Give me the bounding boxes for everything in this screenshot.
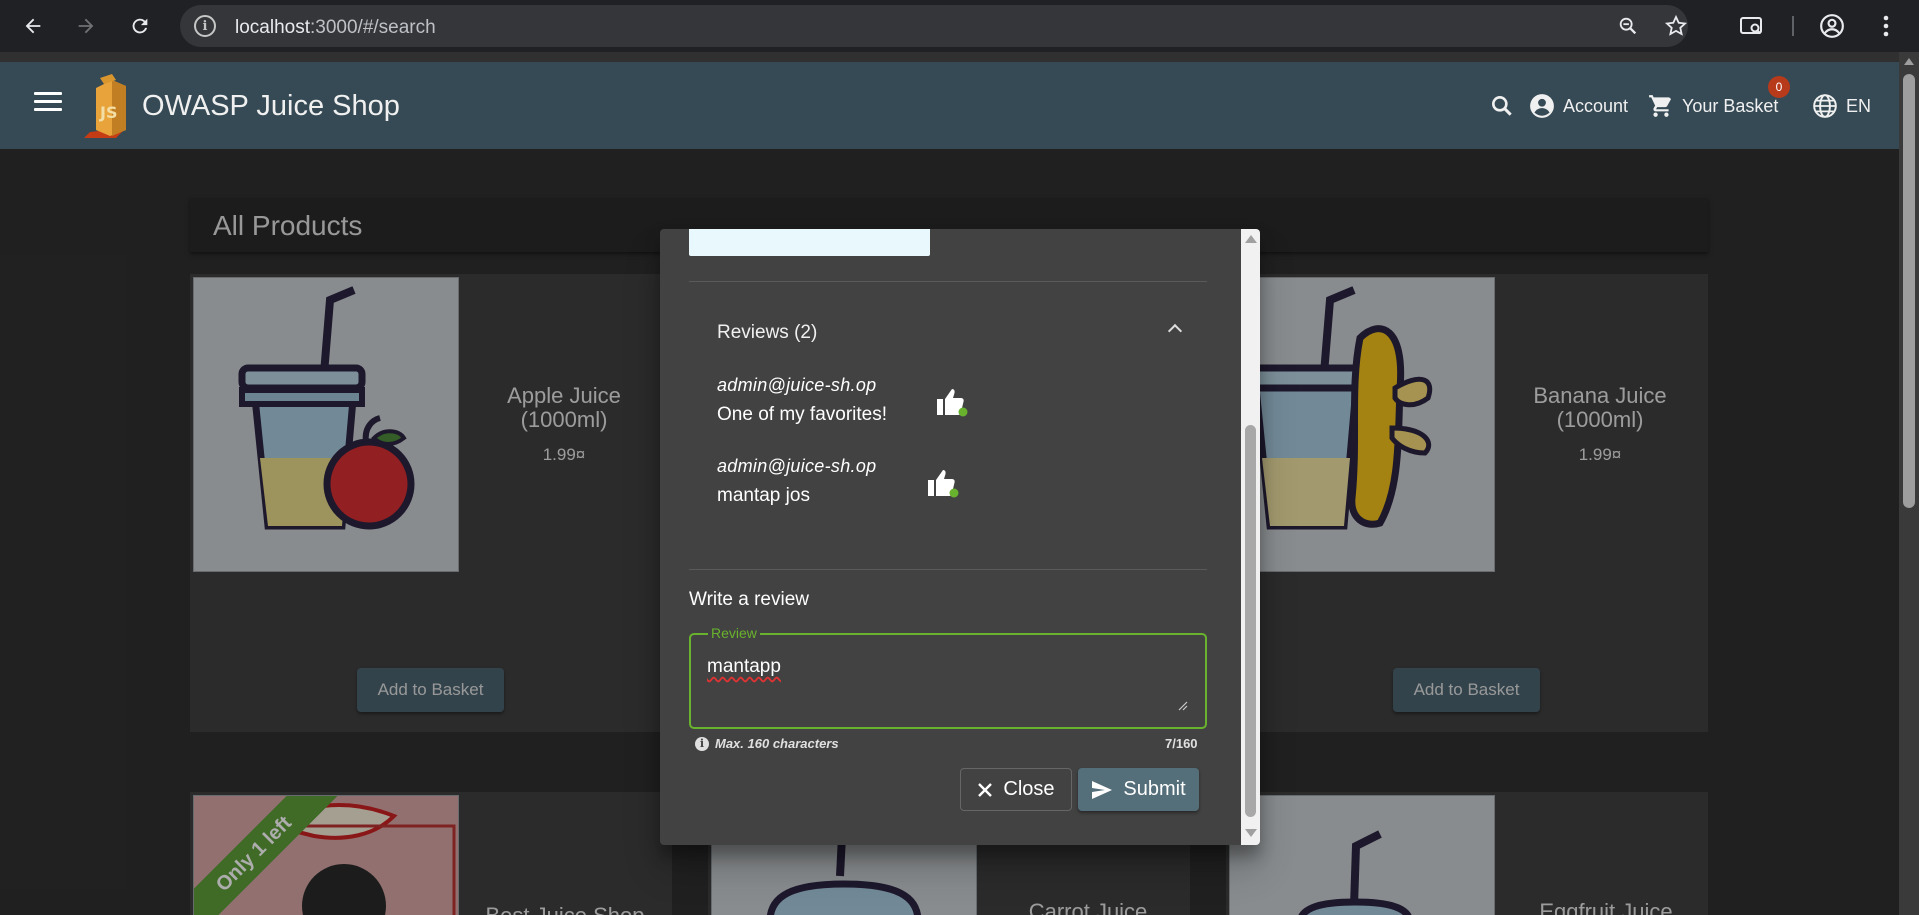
review-field-label: Review (708, 625, 760, 641)
account-label: Account (1563, 95, 1629, 116)
app-title[interactable]: OWASP Juice Shop (142, 90, 400, 123)
resize-handle-icon[interactable] (1178, 698, 1188, 711)
review-text: One of my favorites! (717, 404, 888, 425)
divider (689, 281, 1207, 282)
cart-icon (1649, 95, 1672, 117)
app-toolbar: JS OWASP Juice Shop Account Your Basket … (0, 62, 1899, 149)
chevron-up-icon[interactable] (1167, 323, 1183, 339)
toolbar-gap (0, 52, 1899, 62)
submit-button[interactable]: Submit (1078, 768, 1199, 811)
close-button-label: Close (1003, 778, 1055, 800)
account-button[interactable]: Account (1529, 92, 1628, 120)
page-scrollbar[interactable] (1899, 52, 1919, 915)
dialog-scrollbar[interactable] (1241, 229, 1260, 845)
divider (689, 569, 1207, 570)
review-text: mantap jos (717, 485, 810, 506)
reload-icon[interactable] (124, 10, 156, 42)
product-details-dialog: Reviews (2) admin@juice-sh.op One of my … (660, 229, 1260, 845)
forward-icon[interactable] (70, 10, 102, 42)
search-icon[interactable] (1489, 92, 1515, 120)
profile-icon[interactable] (1816, 10, 1848, 42)
review-input[interactable]: mantapp (707, 656, 1187, 716)
scroll-down-arrow-icon[interactable] (1245, 829, 1257, 837)
address-bar[interactable]: i localhost:3000/#/search (180, 5, 1688, 47)
scroll-up-arrow-icon[interactable] (1904, 58, 1914, 65)
review-author: admin@juice-sh.op (717, 456, 877, 476)
menu-icon[interactable] (34, 92, 62, 116)
thumbs-up-icon[interactable] (925, 468, 959, 498)
globe-icon (1813, 94, 1837, 118)
send-icon (1092, 780, 1113, 799)
review-hint: i Max. 160 characters (695, 736, 839, 751)
submit-button-label: Submit (1123, 778, 1186, 800)
close-button[interactable]: Close (960, 768, 1072, 811)
language-button[interactable]: EN (1812, 92, 1871, 120)
tab-search-icon[interactable] (1736, 10, 1768, 42)
account-circle-icon (1530, 94, 1554, 118)
thumbs-up-icon[interactable] (934, 387, 968, 417)
language-label: EN (1846, 95, 1872, 116)
browser-toolbar: i localhost:3000/#/search (0, 0, 1919, 52)
site-info-icon[interactable]: i (194, 15, 216, 37)
info-icon: i (695, 736, 709, 751)
svg-text:JS: JS (99, 103, 117, 122)
browser-menu-icon[interactable] (1870, 10, 1902, 42)
write-review-title: Write a review (689, 589, 810, 610)
reviews-header[interactable]: Reviews (2) (717, 322, 817, 344)
character-counter: 7/160 (1165, 736, 1198, 751)
hint-text: Max. 160 characters (715, 736, 839, 751)
toolbar-divider (1792, 16, 1794, 36)
page-scrollbar-thumb[interactable] (1903, 74, 1915, 508)
basket-button[interactable]: Your Basket (1648, 92, 1778, 120)
review-author: admin@juice-sh.op (717, 375, 877, 395)
basket-count-badge: 0 (1768, 76, 1790, 98)
bookmark-star-icon[interactable] (1660, 10, 1692, 42)
close-icon (978, 782, 993, 797)
back-icon[interactable] (17, 10, 49, 42)
zoom-icon[interactable] (1612, 10, 1644, 42)
juice-shop-logo[interactable]: JS (82, 74, 140, 140)
basket-label: Your Basket (1682, 95, 1779, 116)
dialog-scrollbar-thumb[interactable] (1245, 425, 1256, 817)
product-info-box (689, 229, 930, 256)
scroll-up-arrow-icon[interactable] (1245, 235, 1257, 243)
url-text: localhost:3000/#/search (235, 17, 436, 38)
